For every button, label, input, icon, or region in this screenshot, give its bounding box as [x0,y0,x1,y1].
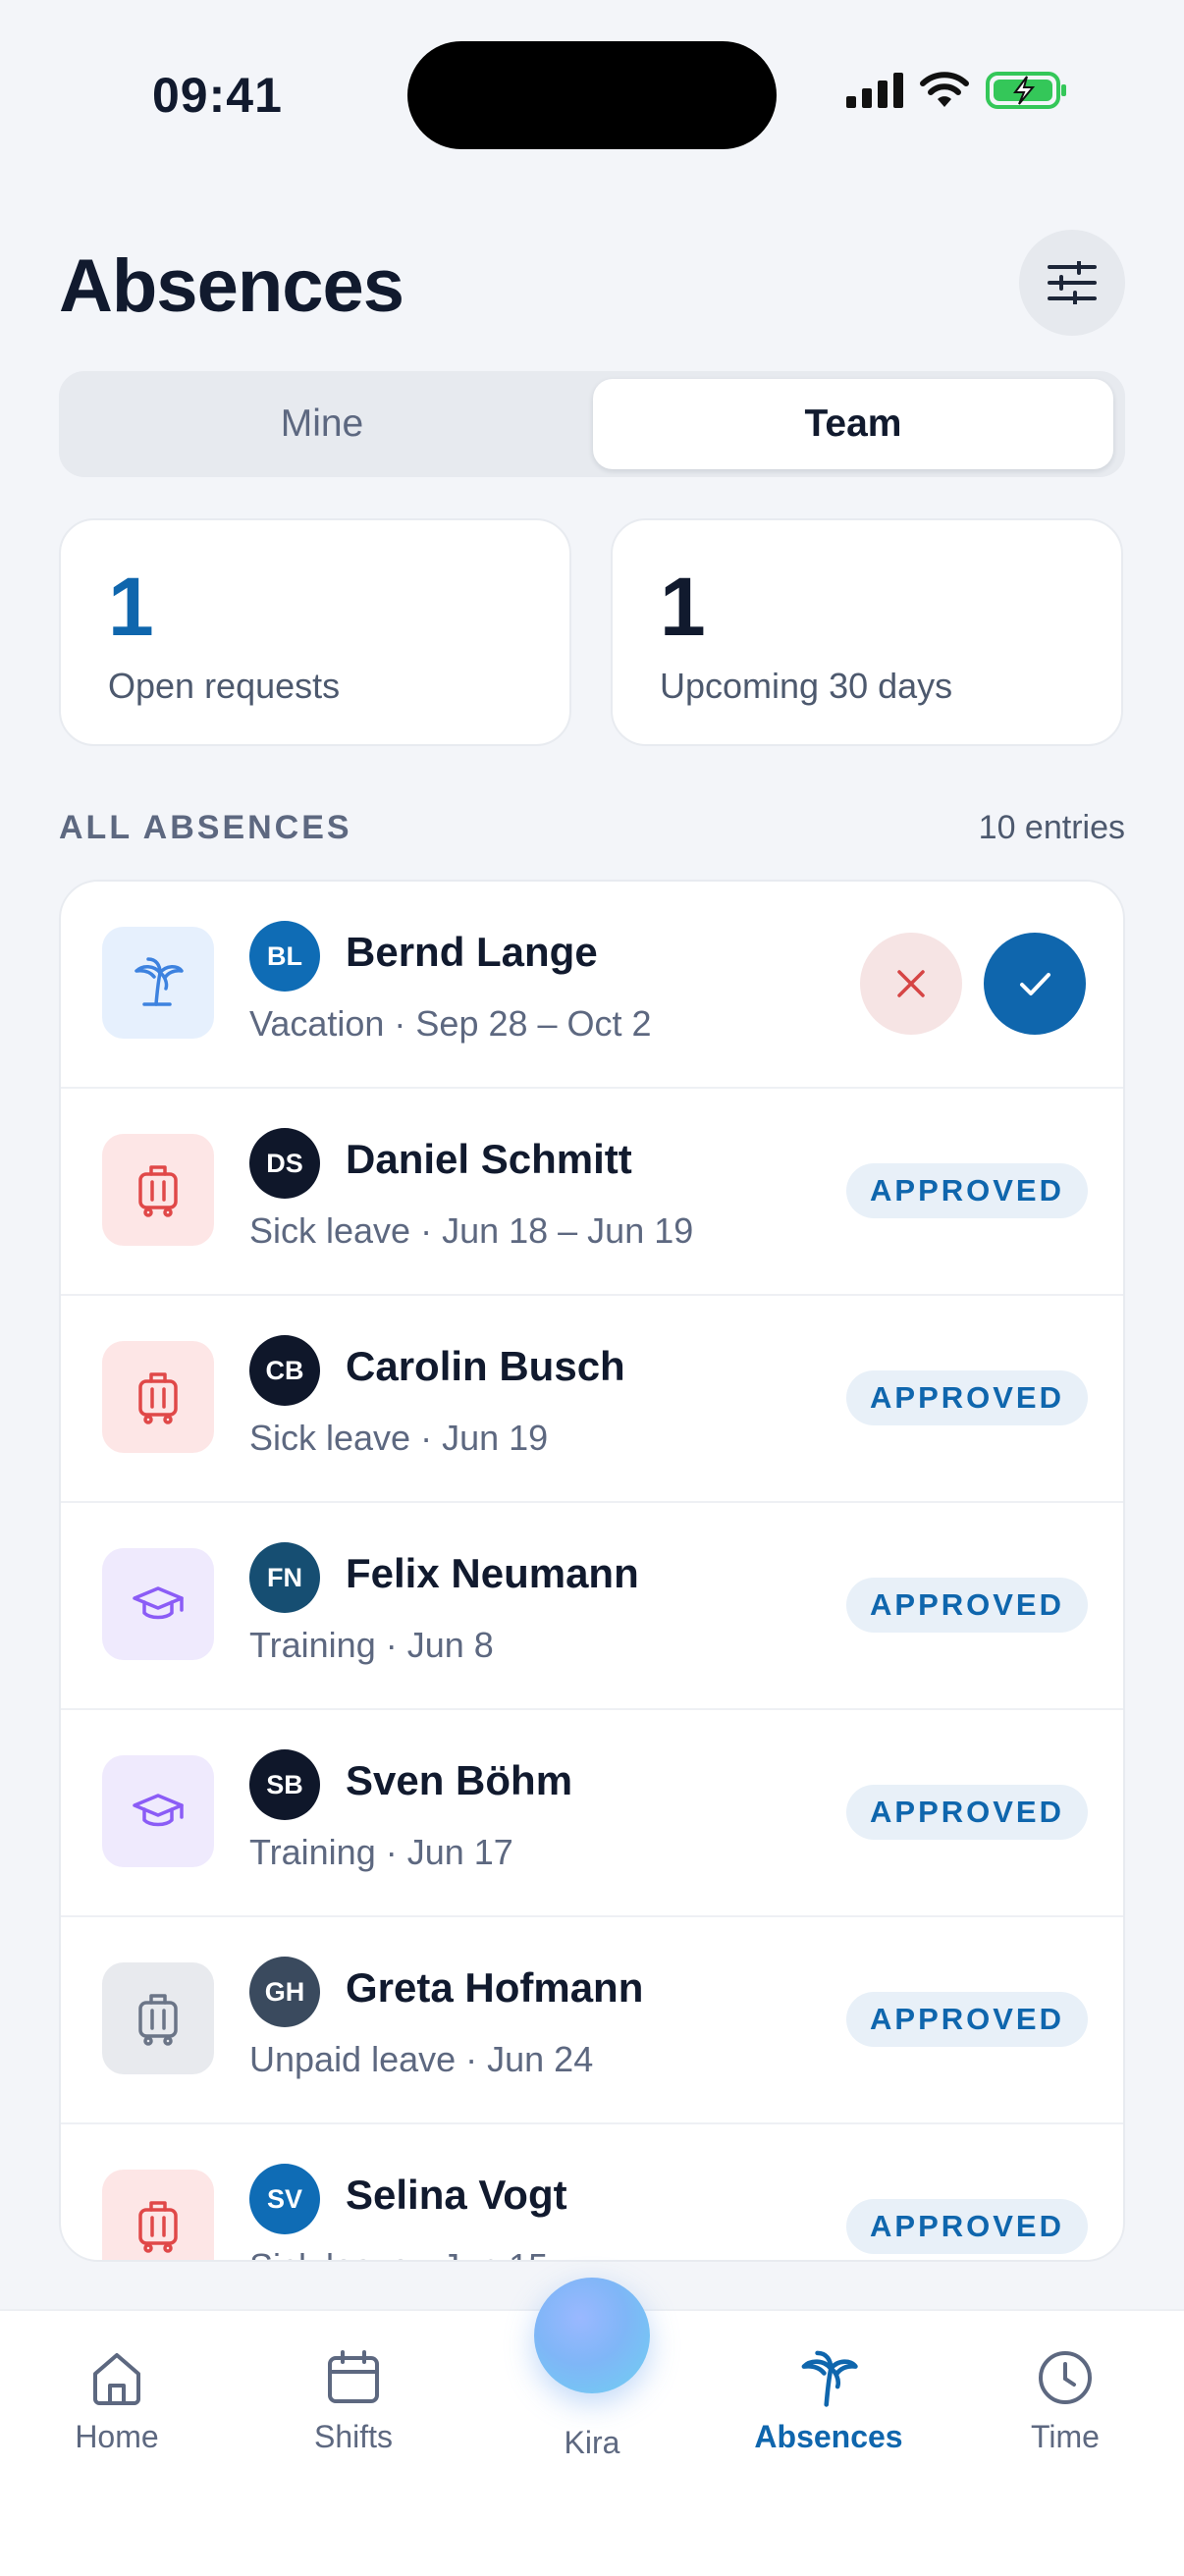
status-badge: APPROVED [846,1785,1088,1840]
absence-list: BL Bernd Lange Vacation · Sep 28 – Oct 2 [59,880,1125,2262]
open-requests-card[interactable]: 1 Open requests [59,518,571,746]
suitcase-icon [138,1994,178,2046]
scope-segmented-control: Mine Team [59,371,1125,477]
training-type-badge [102,1755,214,1867]
status-badge: APPROVED [846,2199,1088,2254]
list-item[interactable]: SV Selina Vogt Sick leave · Jun 15 APPRO… [61,2124,1123,2260]
employee-name: Bernd Lange [346,929,598,975]
list-item[interactable]: CB Carolin Busch Sick leave · Jun 19 APP… [61,1296,1123,1503]
palm-tree-icon [801,2350,858,2407]
approve-button[interactable] [984,933,1086,1035]
tab-home-label: Home [75,2419,159,2454]
absence-detail: Unpaid leave · Jun 24 [249,2039,594,2079]
suitcase-icon [138,1165,178,1217]
absence-detail: Sick leave · Jun 19 [249,1418,549,1458]
list-item[interactable]: SB Sven Böhm Training · Jun 17 APPROVED [61,1710,1123,1917]
employee-name: Daniel Schmitt [346,1136,632,1182]
avatar: BL [249,921,320,992]
section-title: ALL ABSENCES [59,809,352,846]
status-badge: APPROVED [846,1578,1088,1633]
avatar: CB [249,1335,320,1406]
checkmark-icon [1020,973,1050,995]
sick-leave-type-badge [102,2170,214,2260]
segment-team[interactable]: Team [593,379,1113,469]
avatar: DS [249,1128,320,1199]
absence-detail: Training · Jun 8 [249,1625,494,1665]
segment-mine[interactable]: Mine [67,379,577,469]
graduation-cap-icon [133,1586,184,1620]
status-badge: APPROVED [846,1992,1088,2047]
open-requests-count: 1 [108,561,154,653]
employee-name: Carolin Busch [346,1343,625,1389]
tab-time[interactable]: Time [967,2346,1163,2455]
employee-name: Sven Böhm [346,1757,573,1803]
absence-detail: Sick leave · Jun 18 – Jun 19 [249,1210,694,1251]
status-time: 09:41 [152,68,283,123]
list-item[interactable]: FN Felix Neumann Training · Jun 8 APPROV… [61,1503,1123,1710]
absence-detail: Sick leave · Jun 15 [249,2246,548,2260]
status-badge: APPROVED [846,1163,1088,1218]
calendar-icon [328,2350,379,2403]
sick-leave-type-badge [102,1341,214,1453]
list-item[interactable]: DS Daniel Schmitt Sick leave · Jun 18 – … [61,1089,1123,1296]
clock-icon [1039,2351,1092,2404]
tab-shifts-label: Shifts [313,2419,394,2454]
status-badge: APPROVED [846,1370,1088,1425]
open-requests-label: Open requests [108,666,341,706]
close-icon [897,970,925,997]
suitcase-icon [138,2201,178,2253]
entries-count: 10 entries [978,809,1125,846]
sick-leave-type-badge [102,1134,214,1246]
upcoming-label: Upcoming 30 days [660,666,953,706]
list-item[interactable]: GH Greta Hofmann Unpaid leave · Jun 24 A… [61,1917,1123,2124]
tab-absences[interactable]: Absences [730,2346,927,2455]
avatar: FN [249,1542,320,1613]
page-title: Absences [59,244,404,328]
reject-button[interactable] [860,933,962,1035]
avatar: SV [249,2164,320,2234]
absence-detail: Vacation · Sep 28 – Oct 2 [249,1003,652,1044]
tab-absences-label: Absences [754,2419,903,2454]
tab-kira-label: Kira [564,2425,620,2460]
employee-name: Felix Neumann [346,1550,639,1596]
employee-name: Greta Hofmann [346,1964,644,2011]
tab-home[interactable]: Home [19,2346,215,2455]
vacation-type-badge [102,927,214,1039]
unpaid-leave-type-badge [102,1962,214,2074]
suitcase-icon [138,1372,178,1424]
upcoming-count: 1 [660,561,706,653]
avatar: GH [249,1957,320,2027]
dynamic-island [407,41,777,149]
training-type-badge [102,1548,214,1660]
avatar: SB [249,1749,320,1820]
upcoming-card[interactable]: 1 Upcoming 30 days [611,518,1123,746]
tab-shifts[interactable]: Shifts [255,2346,452,2455]
filter-button[interactable] [1019,230,1125,336]
sliders-icon [1048,261,1097,304]
status-icons [846,71,1068,110]
tab-time-label: Time [1031,2419,1100,2454]
palm-tree-icon [135,957,184,1006]
battery-charging-icon [986,72,1066,109]
graduation-cap-icon [133,1794,184,1827]
cellular-signal-icon [846,73,903,108]
employee-name: Selina Vogt [346,2172,567,2218]
kira-assistant-button[interactable] [534,2278,650,2393]
wifi-icon [920,72,969,107]
home-icon [93,2353,140,2405]
list-item[interactable]: BL Bernd Lange Vacation · Sep 28 – Oct 2 [61,882,1123,1089]
absence-detail: Training · Jun 17 [249,1832,513,1872]
